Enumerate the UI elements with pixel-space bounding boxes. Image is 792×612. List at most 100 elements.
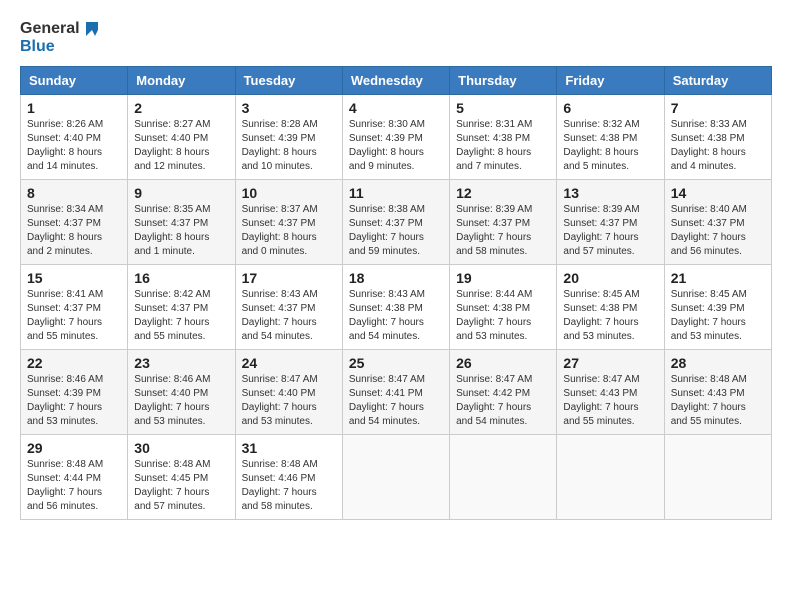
- calendar-cell: 13 Sunrise: 8:39 AMSunset: 4:37 PMDayligh…: [557, 179, 664, 264]
- day-number: 28: [671, 355, 765, 371]
- calendar-week-2: 8 Sunrise: 8:34 AMSunset: 4:37 PMDaylight…: [21, 179, 772, 264]
- calendar-cell: 4Sunrise: 8:30 AMSunset: 4:39 PMDaylight…: [342, 94, 449, 179]
- day-detail: Sunrise: 8:32 AMSunset: 4:38 PMDaylight:…: [563, 118, 657, 174]
- day-detail: Sunrise: 8:48 AMSunset: 4:43 PMDaylight:…: [671, 373, 765, 429]
- calendar-cell: [342, 434, 449, 519]
- logo-graphic: General Blue: [20, 20, 100, 56]
- day-number: 6: [563, 100, 657, 116]
- day-number: 13: [563, 185, 657, 201]
- day-detail: Sunrise: 8:31 AMSunset: 4:38 PMDaylight:…: [456, 118, 550, 174]
- day-detail: Sunrise: 8:39 AMSunset: 4:37 PMDaylight:…: [563, 203, 657, 259]
- day-detail: Sunrise: 8:27 AMSunset: 4:40 PMDaylight:…: [134, 118, 228, 174]
- calendar-cell: 6 Sunrise: 8:32 AMSunset: 4:38 PMDaylight…: [557, 94, 664, 179]
- calendar-cell: 16 Sunrise: 8:42 AMSunset: 4:37 PMDayligh…: [128, 264, 235, 349]
- page-header: General Blue: [20, 20, 772, 56]
- day-number: 7: [671, 100, 765, 116]
- calendar-week-1: 1 Sunrise: 8:26 AMSunset: 4:40 PMDaylight…: [21, 94, 772, 179]
- day-number: 1: [27, 100, 121, 116]
- header-row: SundayMondayTuesdayWednesdayThursdayFrid…: [21, 66, 772, 94]
- day-detail: Sunrise: 8:47 AMSunset: 4:40 PMDaylight:…: [242, 373, 336, 429]
- calendar-cell: 20Sunrise: 8:45 AMSunset: 4:38 PMDayligh…: [557, 264, 664, 349]
- day-number: 2: [134, 100, 228, 116]
- day-detail: Sunrise: 8:44 AMSunset: 4:38 PMDaylight:…: [456, 288, 550, 344]
- day-number: 23: [134, 355, 228, 371]
- day-number: 25: [349, 355, 443, 371]
- day-detail: Sunrise: 8:47 AMSunset: 4:42 PMDaylight:…: [456, 373, 550, 429]
- calendar-cell: 27 Sunrise: 8:47 AMSunset: 4:43 PMDayligh…: [557, 349, 664, 434]
- day-number: 5: [456, 100, 550, 116]
- day-number: 26: [456, 355, 550, 371]
- calendar-cell: 8 Sunrise: 8:34 AMSunset: 4:37 PMDaylight…: [21, 179, 128, 264]
- day-number: 3: [242, 100, 336, 116]
- day-detail: Sunrise: 8:43 AMSunset: 4:37 PMDaylight:…: [242, 288, 336, 344]
- calendar-cell: 3Sunrise: 8:28 AMSunset: 4:39 PMDaylight…: [235, 94, 342, 179]
- day-number: 29: [27, 440, 121, 456]
- day-number: 16: [134, 270, 228, 286]
- day-detail: Sunrise: 8:37 AMSunset: 4:37 PMDaylight:…: [242, 203, 336, 259]
- calendar-cell: 22 Sunrise: 8:46 AMSunset: 4:39 PMDayligh…: [21, 349, 128, 434]
- header-monday: Monday: [128, 66, 235, 94]
- calendar-cell: 7Sunrise: 8:33 AMSunset: 4:38 PMDaylight…: [664, 94, 771, 179]
- calendar-cell: [557, 434, 664, 519]
- calendar-cell: 26 Sunrise: 8:47 AMSunset: 4:42 PMDayligh…: [450, 349, 557, 434]
- calendar-cell: 11 Sunrise: 8:38 AMSunset: 4:37 PMDayligh…: [342, 179, 449, 264]
- day-number: 14: [671, 185, 765, 201]
- day-detail: Sunrise: 8:39 AMSunset: 4:37 PMDaylight:…: [456, 203, 550, 259]
- day-number: 19: [456, 270, 550, 286]
- header-sunday: Sunday: [21, 66, 128, 94]
- day-detail: Sunrise: 8:43 AMSunset: 4:38 PMDaylight:…: [349, 288, 443, 344]
- calendar-cell: 23 Sunrise: 8:46 AMSunset: 4:40 PMDayligh…: [128, 349, 235, 434]
- logo-arrow-icon: [82, 20, 100, 38]
- day-detail: Sunrise: 8:26 AMSunset: 4:40 PMDaylight:…: [27, 118, 121, 174]
- header-wednesday: Wednesday: [342, 66, 449, 94]
- calendar-cell: [664, 434, 771, 519]
- day-detail: Sunrise: 8:47 AMSunset: 4:43 PMDaylight:…: [563, 373, 657, 429]
- day-detail: Sunrise: 8:46 AMSunset: 4:39 PMDaylight:…: [27, 373, 121, 429]
- day-number: 9: [134, 185, 228, 201]
- day-detail: Sunrise: 8:38 AMSunset: 4:37 PMDaylight:…: [349, 203, 443, 259]
- calendar-cell: 21Sunrise: 8:45 AMSunset: 4:39 PMDayligh…: [664, 264, 771, 349]
- logo: General Blue: [20, 20, 100, 56]
- day-detail: Sunrise: 8:48 AMSunset: 4:44 PMDaylight:…: [27, 458, 121, 514]
- calendar-week-5: 29 Sunrise: 8:48 AMSunset: 4:44 PMDayligh…: [21, 434, 772, 519]
- day-number: 30: [134, 440, 228, 456]
- calendar-cell: 15 Sunrise: 8:41 AMSunset: 4:37 PMDayligh…: [21, 264, 128, 349]
- day-number: 8: [27, 185, 121, 201]
- calendar-cell: 9 Sunrise: 8:35 AMSunset: 4:37 PMDaylight…: [128, 179, 235, 264]
- calendar-cell: 25 Sunrise: 8:47 AMSunset: 4:41 PMDayligh…: [342, 349, 449, 434]
- day-detail: Sunrise: 8:47 AMSunset: 4:41 PMDaylight:…: [349, 373, 443, 429]
- day-number: 11: [349, 185, 443, 201]
- day-detail: Sunrise: 8:41 AMSunset: 4:37 PMDaylight:…: [27, 288, 121, 344]
- day-number: 17: [242, 270, 336, 286]
- day-number: 22: [27, 355, 121, 371]
- calendar-cell: 5 Sunrise: 8:31 AMSunset: 4:38 PMDaylight…: [450, 94, 557, 179]
- header-friday: Friday: [557, 66, 664, 94]
- day-detail: Sunrise: 8:40 AMSunset: 4:37 PMDaylight:…: [671, 203, 765, 259]
- calendar-week-3: 15 Sunrise: 8:41 AMSunset: 4:37 PMDayligh…: [21, 264, 772, 349]
- day-number: 12: [456, 185, 550, 201]
- day-number: 15: [27, 270, 121, 286]
- header-saturday: Saturday: [664, 66, 771, 94]
- day-number: 18: [349, 270, 443, 286]
- calendar-cell: 10Sunrise: 8:37 AMSunset: 4:37 PMDayligh…: [235, 179, 342, 264]
- day-detail: Sunrise: 8:42 AMSunset: 4:37 PMDaylight:…: [134, 288, 228, 344]
- calendar-cell: 29 Sunrise: 8:48 AMSunset: 4:44 PMDayligh…: [21, 434, 128, 519]
- calendar-cell: 31Sunrise: 8:48 AMSunset: 4:46 PMDayligh…: [235, 434, 342, 519]
- header-thursday: Thursday: [450, 66, 557, 94]
- day-number: 27: [563, 355, 657, 371]
- logo-text-general: General: [20, 20, 80, 38]
- day-number: 21: [671, 270, 765, 286]
- calendar-cell: 19 Sunrise: 8:44 AMSunset: 4:38 PMDayligh…: [450, 264, 557, 349]
- calendar-cell: 28 Sunrise: 8:48 AMSunset: 4:43 PMDayligh…: [664, 349, 771, 434]
- day-number: 24: [242, 355, 336, 371]
- logo-text-blue: Blue: [20, 38, 55, 56]
- day-detail: Sunrise: 8:48 AMSunset: 4:46 PMDaylight:…: [242, 458, 336, 514]
- calendar-cell: 18 Sunrise: 8:43 AMSunset: 4:38 PMDayligh…: [342, 264, 449, 349]
- header-tuesday: Tuesday: [235, 66, 342, 94]
- calendar-cell: 17 Sunrise: 8:43 AMSunset: 4:37 PMDayligh…: [235, 264, 342, 349]
- day-detail: Sunrise: 8:35 AMSunset: 4:37 PMDaylight:…: [134, 203, 228, 259]
- calendar-cell: 1 Sunrise: 8:26 AMSunset: 4:40 PMDaylight…: [21, 94, 128, 179]
- day-detail: Sunrise: 8:34 AMSunset: 4:37 PMDaylight:…: [27, 203, 121, 259]
- day-detail: Sunrise: 8:46 AMSunset: 4:40 PMDaylight:…: [134, 373, 228, 429]
- day-detail: Sunrise: 8:48 AMSunset: 4:45 PMDaylight:…: [134, 458, 228, 514]
